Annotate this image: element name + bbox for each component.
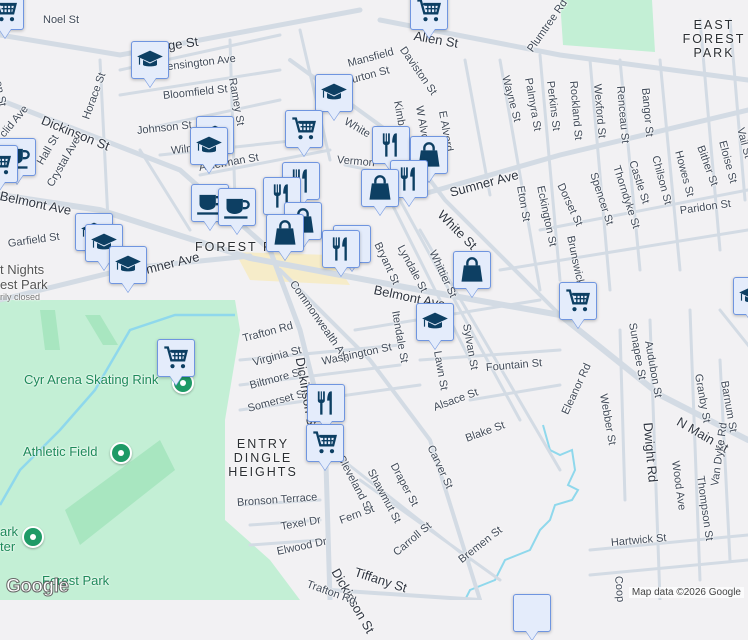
school-marker[interactable] xyxy=(131,41,169,79)
grocery-marker[interactable] xyxy=(0,0,24,30)
shopping-cart-icon xyxy=(290,115,318,143)
shopping-bag-icon xyxy=(366,174,394,202)
restaurant-marker[interactable] xyxy=(307,384,345,422)
athletic-field-pin[interactable] xyxy=(110,442,132,464)
shopping-bag-icon xyxy=(271,219,299,247)
street-label: Coop xyxy=(612,575,627,603)
map-attribution[interactable]: Map data ©2026 Google xyxy=(628,587,744,598)
fork-knife-icon xyxy=(312,389,340,417)
shopping-cart-icon xyxy=(0,150,13,178)
fork-knife-icon xyxy=(327,235,355,263)
graduation-cap-icon xyxy=(320,79,348,107)
poi-athletic-field-label[interactable]: Athletic Field xyxy=(23,444,97,459)
coffee-cup-icon xyxy=(223,193,251,221)
school-marker[interactable] xyxy=(315,74,353,112)
restaurant-marker[interactable] xyxy=(322,230,360,268)
shopping-cart-icon xyxy=(415,0,443,25)
fork-knife-icon xyxy=(395,165,423,193)
shopping-marker[interactable] xyxy=(361,169,399,207)
grocery-marker[interactable] xyxy=(0,145,18,183)
fork-knife-icon xyxy=(377,131,405,159)
graduation-cap-icon xyxy=(738,282,748,310)
graduation-cap-icon xyxy=(136,46,164,74)
poi-bright-nights-status: rily closed xyxy=(0,292,41,302)
street-label: Noel St xyxy=(43,14,80,26)
shopping-marker[interactable] xyxy=(266,214,304,252)
zoo-paw-pin[interactable] xyxy=(22,526,44,548)
shopping-cart-icon xyxy=(162,344,190,372)
brook xyxy=(464,424,580,600)
school-marker[interactable] xyxy=(190,127,228,165)
school-marker[interactable] xyxy=(109,246,147,284)
school-marker[interactable] xyxy=(416,303,454,341)
grocery-marker[interactable] xyxy=(157,339,195,377)
shopping-cart-icon xyxy=(311,429,339,457)
east-park-green xyxy=(560,0,655,52)
shopping-bag-icon xyxy=(458,256,486,284)
restaurant-marker[interactable] xyxy=(372,126,410,164)
grocery-marker[interactable] xyxy=(285,110,323,148)
grocery-marker[interactable] xyxy=(306,424,344,462)
graduation-cap-icon xyxy=(114,251,142,279)
shopping-cart-icon xyxy=(0,0,19,25)
shopping-marker[interactable] xyxy=(453,251,491,289)
cafe-marker[interactable] xyxy=(218,188,256,226)
grocery-marker[interactable] xyxy=(559,282,597,320)
graduation-cap-icon xyxy=(195,132,223,160)
school-marker[interactable] xyxy=(733,277,748,315)
area-label-east-forest-park: EAST FOREST PARK xyxy=(682,18,746,60)
poi-zoo-label[interactable]: ark ter xyxy=(0,524,18,554)
google-logo: Google xyxy=(5,576,69,598)
area-label-entry-dingle-heights: ENTRY DINGLE HEIGHTS xyxy=(228,437,298,479)
shopping-cart-icon xyxy=(564,287,592,315)
poi-bright-nights-label[interactable]: t Nights est Park xyxy=(0,262,48,292)
poi-cyr-arena-label[interactable]: Cyr Arena Skating Rink xyxy=(24,372,158,387)
graduation-cap-icon xyxy=(421,308,449,336)
grocery-marker[interactable] xyxy=(410,0,448,30)
